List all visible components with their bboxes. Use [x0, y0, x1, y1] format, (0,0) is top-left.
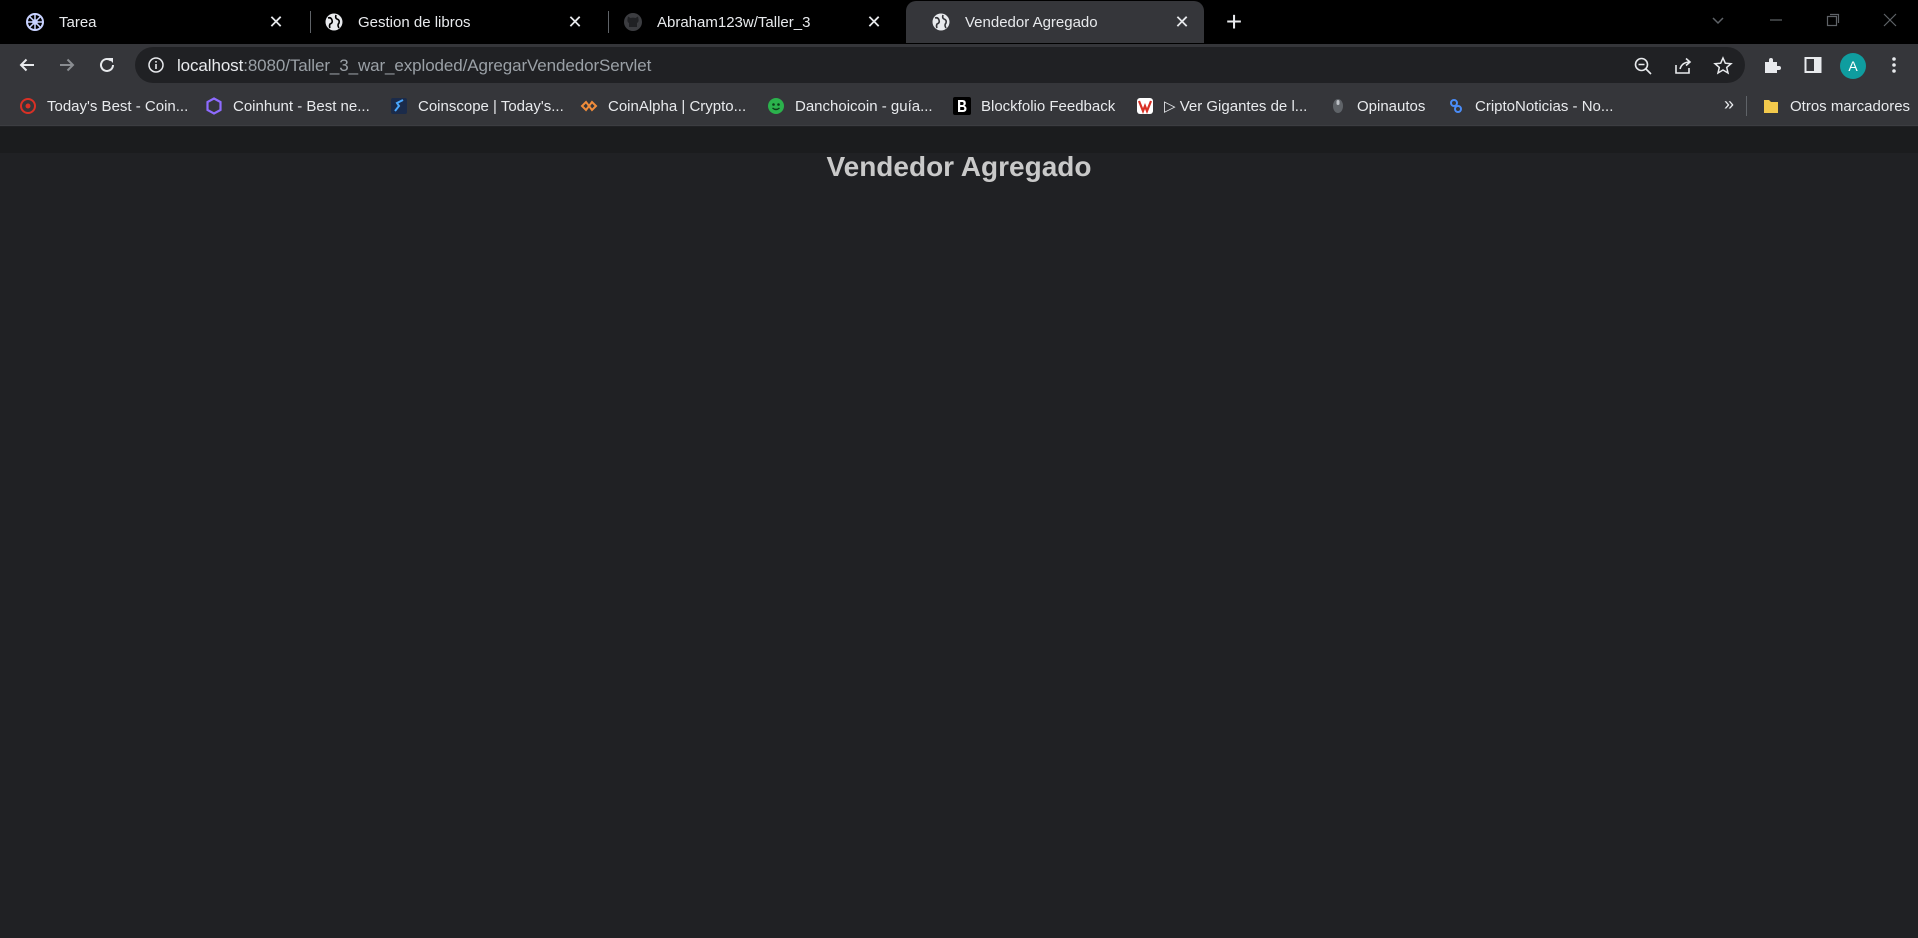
folder-icon — [1762, 97, 1780, 115]
close-icon[interactable]: ✕ — [1170, 10, 1194, 34]
bookmark-item[interactable]: Opinautos — [1329, 86, 1425, 126]
bookmark-item[interactable]: Danchoicoin - guía... — [767, 86, 933, 126]
info-icon[interactable] — [147, 56, 165, 74]
more-menu-icon[interactable] — [1881, 52, 1907, 78]
bookmark-star-icon[interactable] — [1711, 54, 1735, 78]
github-icon — [623, 12, 643, 32]
bookmark-item[interactable]: Coinhunt - Best ne... — [205, 86, 370, 126]
bookmark-item[interactable]: CriptoNoticias - No... — [1447, 86, 1613, 126]
bookmark-label: CriptoNoticias - No... — [1475, 97, 1614, 115]
globe-icon — [931, 12, 951, 32]
side-panel-icon[interactable] — [1800, 52, 1826, 78]
tab-strip: Tarea ✕ Gestion de libros ✕ Abraham123w/… — [0, 0, 1918, 44]
bookmarks-overflow-chevron[interactable]: » — [1718, 94, 1740, 118]
bookmark-label: Danchoicoin - guía... — [795, 97, 933, 115]
forward-arrow-icon[interactable] — [51, 49, 83, 81]
tab-github[interactable]: Abraham123w/Taller_3 ✕ — [598, 1, 896, 43]
globe-icon — [324, 12, 344, 32]
other-bookmarks-label: Otros marcadores — [1790, 97, 1911, 115]
settings-icon — [25, 12, 45, 32]
reload-icon[interactable] — [91, 49, 123, 81]
bookmarks-bar: Today's Best - Coin... Coinhunt - Best n… — [0, 86, 1918, 126]
red-ring-icon — [19, 97, 37, 115]
bookmark-label: Opinautos — [1357, 97, 1426, 115]
bookmark-item[interactable]: ▷ Ver Gigantes de l... — [1136, 86, 1307, 126]
extensions-puzzle-icon[interactable] — [1759, 52, 1785, 78]
bookmark-item[interactable]: CoinAlpha | Crypto... — [580, 86, 746, 126]
url-path: :8080/Taller_3_war_exploded/AgregarVende… — [243, 56, 652, 75]
blue-chain-icon — [1447, 97, 1465, 115]
bookmark-label: Coinscope | Today's... — [418, 97, 564, 115]
purple-hexagon-icon — [205, 97, 223, 115]
page-top-band — [0, 127, 1918, 153]
close-icon[interactable]: ✕ — [563, 10, 587, 34]
tab-title: Tarea — [59, 13, 97, 31]
bookmark-label: Coinhunt - Best ne... — [233, 97, 370, 115]
tab-search-chevron-icon[interactable] — [1690, 0, 1746, 40]
red-badge-icon — [1136, 97, 1154, 115]
url-host: localhost — [177, 56, 244, 75]
tab-vendedor-agregado[interactable]: Vendedor Agregado ✕ — [906, 1, 1204, 43]
page-title: Vendedor Agregado — [826, 151, 1092, 182]
url-text[interactable]: localhost:8080/Taller_3_war_exploded/Agr… — [177, 56, 651, 76]
opinautos-icon — [1329, 97, 1347, 115]
address-bar[interactable]: localhost:8080/Taller_3_war_exploded/Agr… — [135, 47, 1745, 83]
coinalpha-icon — [580, 97, 598, 115]
b-letter-icon — [953, 97, 971, 115]
zoom-out-icon[interactable] — [1631, 54, 1655, 78]
tab-title: Abraham123w/Taller_3 — [657, 13, 811, 31]
bookmark-label: Blockfolio Feedback — [981, 97, 1116, 115]
bookmark-label: ▷ Ver Gigantes de l... — [1164, 98, 1308, 115]
bookmark-label: Today's Best - Coin... — [47, 97, 189, 115]
tab-title: Gestion de libros — [358, 13, 471, 31]
browser-toolbar: localhost:8080/Taller_3_war_exploded/Agr… — [0, 44, 1918, 86]
bookmarks-separator — [1746, 96, 1747, 116]
restore-icon[interactable] — [1805, 0, 1861, 40]
tab-tarea[interactable]: Tarea ✕ — [0, 1, 298, 43]
new-tab-plus-icon[interactable]: + — [1220, 8, 1248, 36]
profile-avatar[interactable]: A — [1840, 53, 1866, 79]
bookmark-label: CoinAlpha | Crypto... — [608, 97, 747, 115]
tab-title: Vendedor Agregado — [965, 13, 1098, 31]
back-arrow-icon[interactable] — [11, 49, 43, 81]
bookmark-item[interactable]: Today's Best - Coin... — [19, 86, 188, 126]
tab-gestion-de-libros[interactable]: Gestion de libros ✕ — [299, 1, 597, 43]
close-icon[interactable]: ✕ — [264, 10, 288, 34]
bookmark-item[interactable]: Blockfolio Feedback — [953, 86, 1115, 126]
coinscope-icon — [390, 97, 408, 115]
close-icon[interactable]: ✕ — [862, 10, 886, 34]
window-close-icon[interactable] — [1862, 0, 1918, 40]
green-smiley-icon — [767, 97, 785, 115]
minimize-icon[interactable] — [1748, 0, 1804, 40]
other-bookmarks-folder[interactable]: Otros marcadores — [1762, 86, 1910, 126]
bookmark-item[interactable]: Coinscope | Today's... — [390, 86, 564, 126]
share-icon[interactable] — [1671, 54, 1695, 78]
page-content: Vendedor Agregado — [0, 127, 1918, 938]
